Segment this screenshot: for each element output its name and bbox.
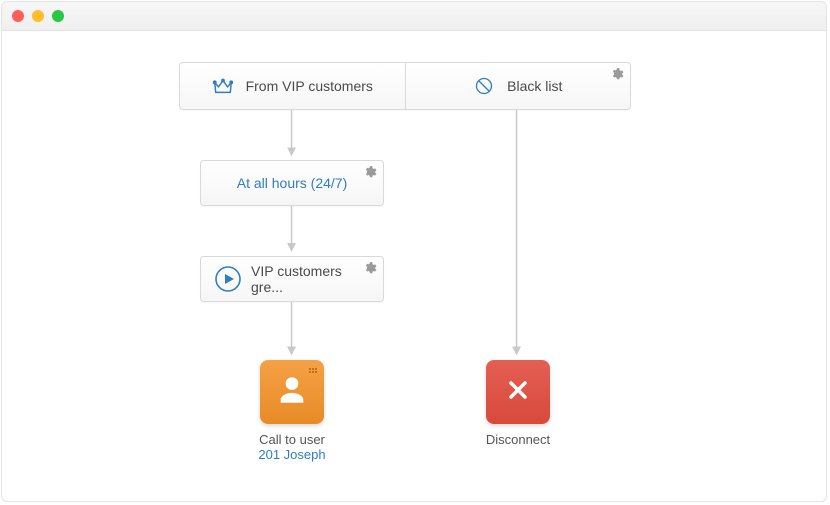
source-vip-customers[interactable]: From VIP customers — [180, 63, 406, 109]
action-call-to-user[interactable]: Call to user 201 Joseph — [260, 360, 324, 462]
action-disconnect[interactable]: Disconnect — [486, 360, 550, 447]
gear-icon[interactable] — [363, 165, 377, 179]
play-icon[interactable] — [215, 266, 241, 292]
action-call-subtitle[interactable]: 201 Joseph — [232, 447, 352, 462]
user-icon — [275, 373, 309, 412]
gear-icon[interactable] — [610, 67, 624, 81]
gear-icon[interactable] — [363, 261, 377, 275]
source-vip-label: From VIP customers — [246, 78, 373, 94]
greeting-label: VIP customers gre... — [251, 263, 369, 295]
source-node-group[interactable]: From VIP customers Black list — [179, 62, 631, 110]
schedule-node[interactable]: At all hours (24/7) — [200, 160, 384, 206]
action-disconnect-title: Disconnect — [458, 432, 578, 447]
source-blacklist-label: Black list — [507, 78, 562, 94]
titlebar — [2, 2, 826, 31]
action-call-tile[interactable] — [260, 360, 324, 424]
minimize-window-button[interactable] — [32, 10, 44, 22]
close-window-button[interactable] — [12, 10, 24, 22]
action-disconnect-tile[interactable] — [486, 360, 550, 424]
schedule-label: At all hours (24/7) — [237, 175, 348, 191]
close-icon — [504, 376, 532, 409]
action-call-title: Call to user — [232, 432, 352, 447]
action-disconnect-caption: Disconnect — [458, 432, 578, 447]
greeting-node[interactable]: VIP customers gre... — [200, 256, 384, 302]
maximize-window-button[interactable] — [52, 10, 64, 22]
app-window: From VIP customers Black list — [1, 1, 827, 502]
options-dots-icon[interactable] — [307, 365, 319, 377]
source-blacklist[interactable]: Black list — [406, 63, 631, 109]
ban-icon — [473, 75, 495, 97]
flow-canvas: From VIP customers Black list — [2, 30, 826, 501]
action-call-caption: Call to user 201 Joseph — [232, 432, 352, 462]
crown-icon — [212, 75, 234, 97]
